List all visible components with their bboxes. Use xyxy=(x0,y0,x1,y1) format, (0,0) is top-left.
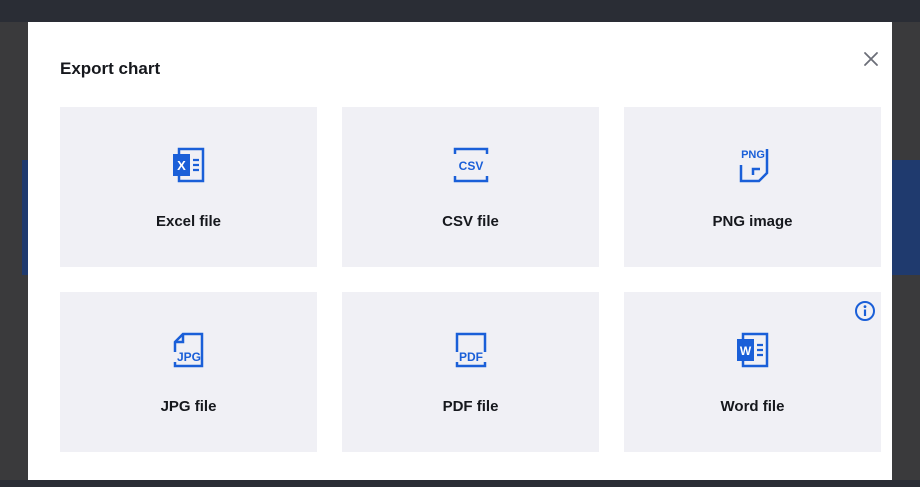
export-pdf-option[interactable]: PDF PDF file xyxy=(342,292,599,452)
export-csv-option[interactable]: CSV CSV file xyxy=(342,107,599,267)
jpg-file-icon: JPG xyxy=(173,332,203,368)
dialog-title: Export chart xyxy=(60,59,161,78)
excel-file-icon: X xyxy=(172,147,204,183)
svg-text:X: X xyxy=(177,158,186,173)
option-label: PDF file xyxy=(442,398,499,415)
svg-text:JPG: JPG xyxy=(176,350,200,364)
close-icon xyxy=(864,52,878,66)
export-png-option[interactable]: PNG PNG image xyxy=(624,107,881,267)
option-label: PNG image xyxy=(712,213,793,230)
svg-text:PNG: PNG xyxy=(741,149,765,161)
background-bottom-bar xyxy=(0,480,920,487)
option-label: CSV file xyxy=(442,213,499,230)
background-panel xyxy=(892,160,920,275)
svg-text:CSV: CSV xyxy=(458,159,483,173)
word-file-icon: W xyxy=(736,332,768,368)
export-word-option[interactable]: W Word file xyxy=(624,292,881,452)
svg-text:PDF: PDF xyxy=(459,350,483,364)
export-jpg-option[interactable]: JPG JPG file xyxy=(60,292,317,452)
option-label: Excel file xyxy=(155,213,222,230)
export-excel-option[interactable]: X Excel file xyxy=(60,107,317,267)
export-chart-dialog: Export chart X Excel file CSV CSV file P… xyxy=(28,22,892,480)
csv-file-icon: CSV xyxy=(453,147,488,183)
png-file-icon: PNG xyxy=(739,149,768,183)
option-label: JPG file xyxy=(160,398,217,415)
close-button[interactable] xyxy=(858,46,884,72)
export-options-grid: X Excel file CSV CSV file PNG PNG image xyxy=(60,107,881,452)
svg-text:W: W xyxy=(739,344,751,358)
background-top-bar xyxy=(0,0,920,22)
option-label: Word file xyxy=(720,398,785,415)
pdf-file-icon: PDF xyxy=(455,332,486,368)
info-icon[interactable] xyxy=(854,300,876,322)
